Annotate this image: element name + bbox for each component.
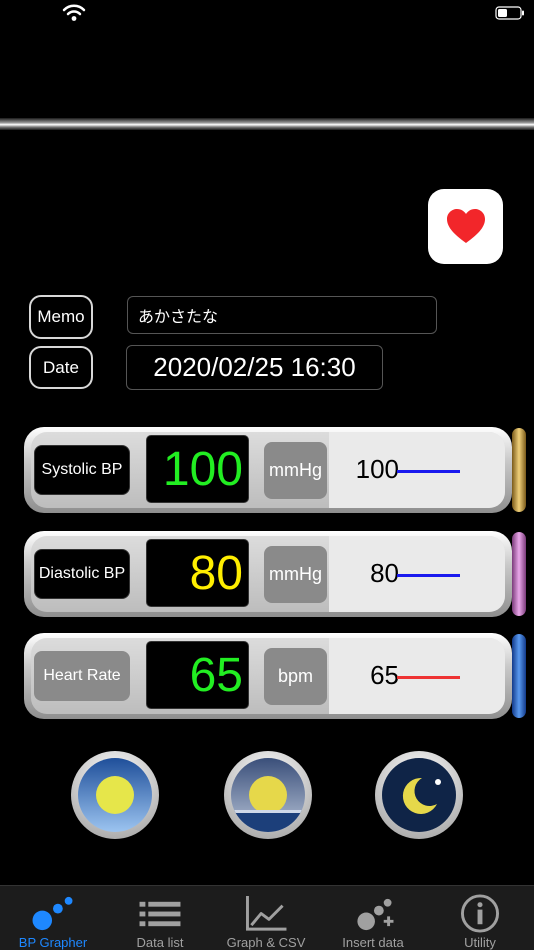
top-divider bbox=[0, 118, 534, 130]
status-bar bbox=[0, 0, 534, 28]
evening-button[interactable] bbox=[224, 751, 312, 839]
heart-rate-label: Heart Rate bbox=[34, 651, 130, 701]
heart-rate-color-tab[interactable] bbox=[512, 634, 526, 718]
night-button[interactable] bbox=[375, 751, 463, 839]
diastolic-color-tab[interactable] bbox=[512, 532, 526, 616]
tab-label: Data list bbox=[136, 935, 184, 950]
diastolic-value[interactable]: 80 bbox=[146, 539, 249, 607]
health-app-button[interactable] bbox=[428, 189, 503, 264]
tab-label: Graph & CSV bbox=[226, 935, 306, 950]
tab-insert-data[interactable]: Insert data bbox=[320, 886, 426, 950]
info-icon bbox=[460, 894, 500, 933]
heart-rate-unit: bpm bbox=[264, 648, 327, 705]
tab-label: Utility bbox=[464, 935, 496, 950]
heart-rate-value[interactable]: 65 bbox=[146, 641, 249, 709]
tab-label: Insert data bbox=[342, 935, 404, 950]
tab-label: BP Grapher bbox=[18, 935, 88, 950]
diastolic-label: Diastolic BP bbox=[34, 549, 130, 599]
systolic-row: Systolic BP 100 mmHg 100 bbox=[24, 427, 512, 513]
tab-bp-grapher[interactable]: BP Grapher bbox=[0, 886, 106, 950]
systolic-unit: mmHg bbox=[264, 442, 327, 499]
heart-rate-row: Heart Rate 65 bpm 65 bbox=[24, 633, 512, 719]
tab-graph-csv[interactable]: Graph & CSV bbox=[213, 886, 319, 950]
insert-data-icon bbox=[357, 898, 394, 931]
morning-button[interactable] bbox=[71, 751, 159, 839]
heart-rate-legend-value: 65 bbox=[370, 659, 399, 690]
list-icon bbox=[139, 901, 181, 927]
wifi-icon bbox=[62, 4, 86, 21]
diastolic-unit: mmHg bbox=[264, 546, 327, 603]
memo-label: Memo bbox=[29, 295, 93, 339]
diastolic-legend-value: 80 bbox=[370, 557, 399, 588]
tab-utility[interactable]: Utility bbox=[427, 886, 533, 950]
systolic-color-tab[interactable] bbox=[512, 428, 526, 512]
diastolic-legend-line bbox=[397, 574, 460, 577]
systolic-legend-line bbox=[397, 470, 460, 473]
tab-data-list[interactable]: Data list bbox=[107, 886, 213, 950]
moon-icon bbox=[382, 758, 456, 832]
memo-input[interactable]: あかさたな bbox=[127, 296, 437, 334]
tab-bar: BP Grapher Data list Graph & CSV Insert … bbox=[0, 885, 534, 950]
heart-icon bbox=[446, 208, 485, 243]
sun-icon bbox=[78, 758, 152, 832]
date-field[interactable]: 2020/02/25 16:30 bbox=[126, 345, 383, 390]
systolic-label: Systolic BP bbox=[34, 445, 130, 495]
graph-icon bbox=[246, 895, 287, 931]
systolic-value[interactable]: 100 bbox=[146, 435, 249, 503]
bp-grapher-icon bbox=[32, 896, 73, 931]
battery-icon bbox=[495, 6, 524, 20]
heart-rate-legend-line bbox=[397, 676, 460, 679]
diastolic-row: Diastolic BP 80 mmHg 80 bbox=[24, 531, 512, 617]
sunset-icon bbox=[231, 758, 305, 832]
systolic-legend-value: 100 bbox=[355, 453, 399, 484]
date-label: Date bbox=[29, 346, 93, 389]
